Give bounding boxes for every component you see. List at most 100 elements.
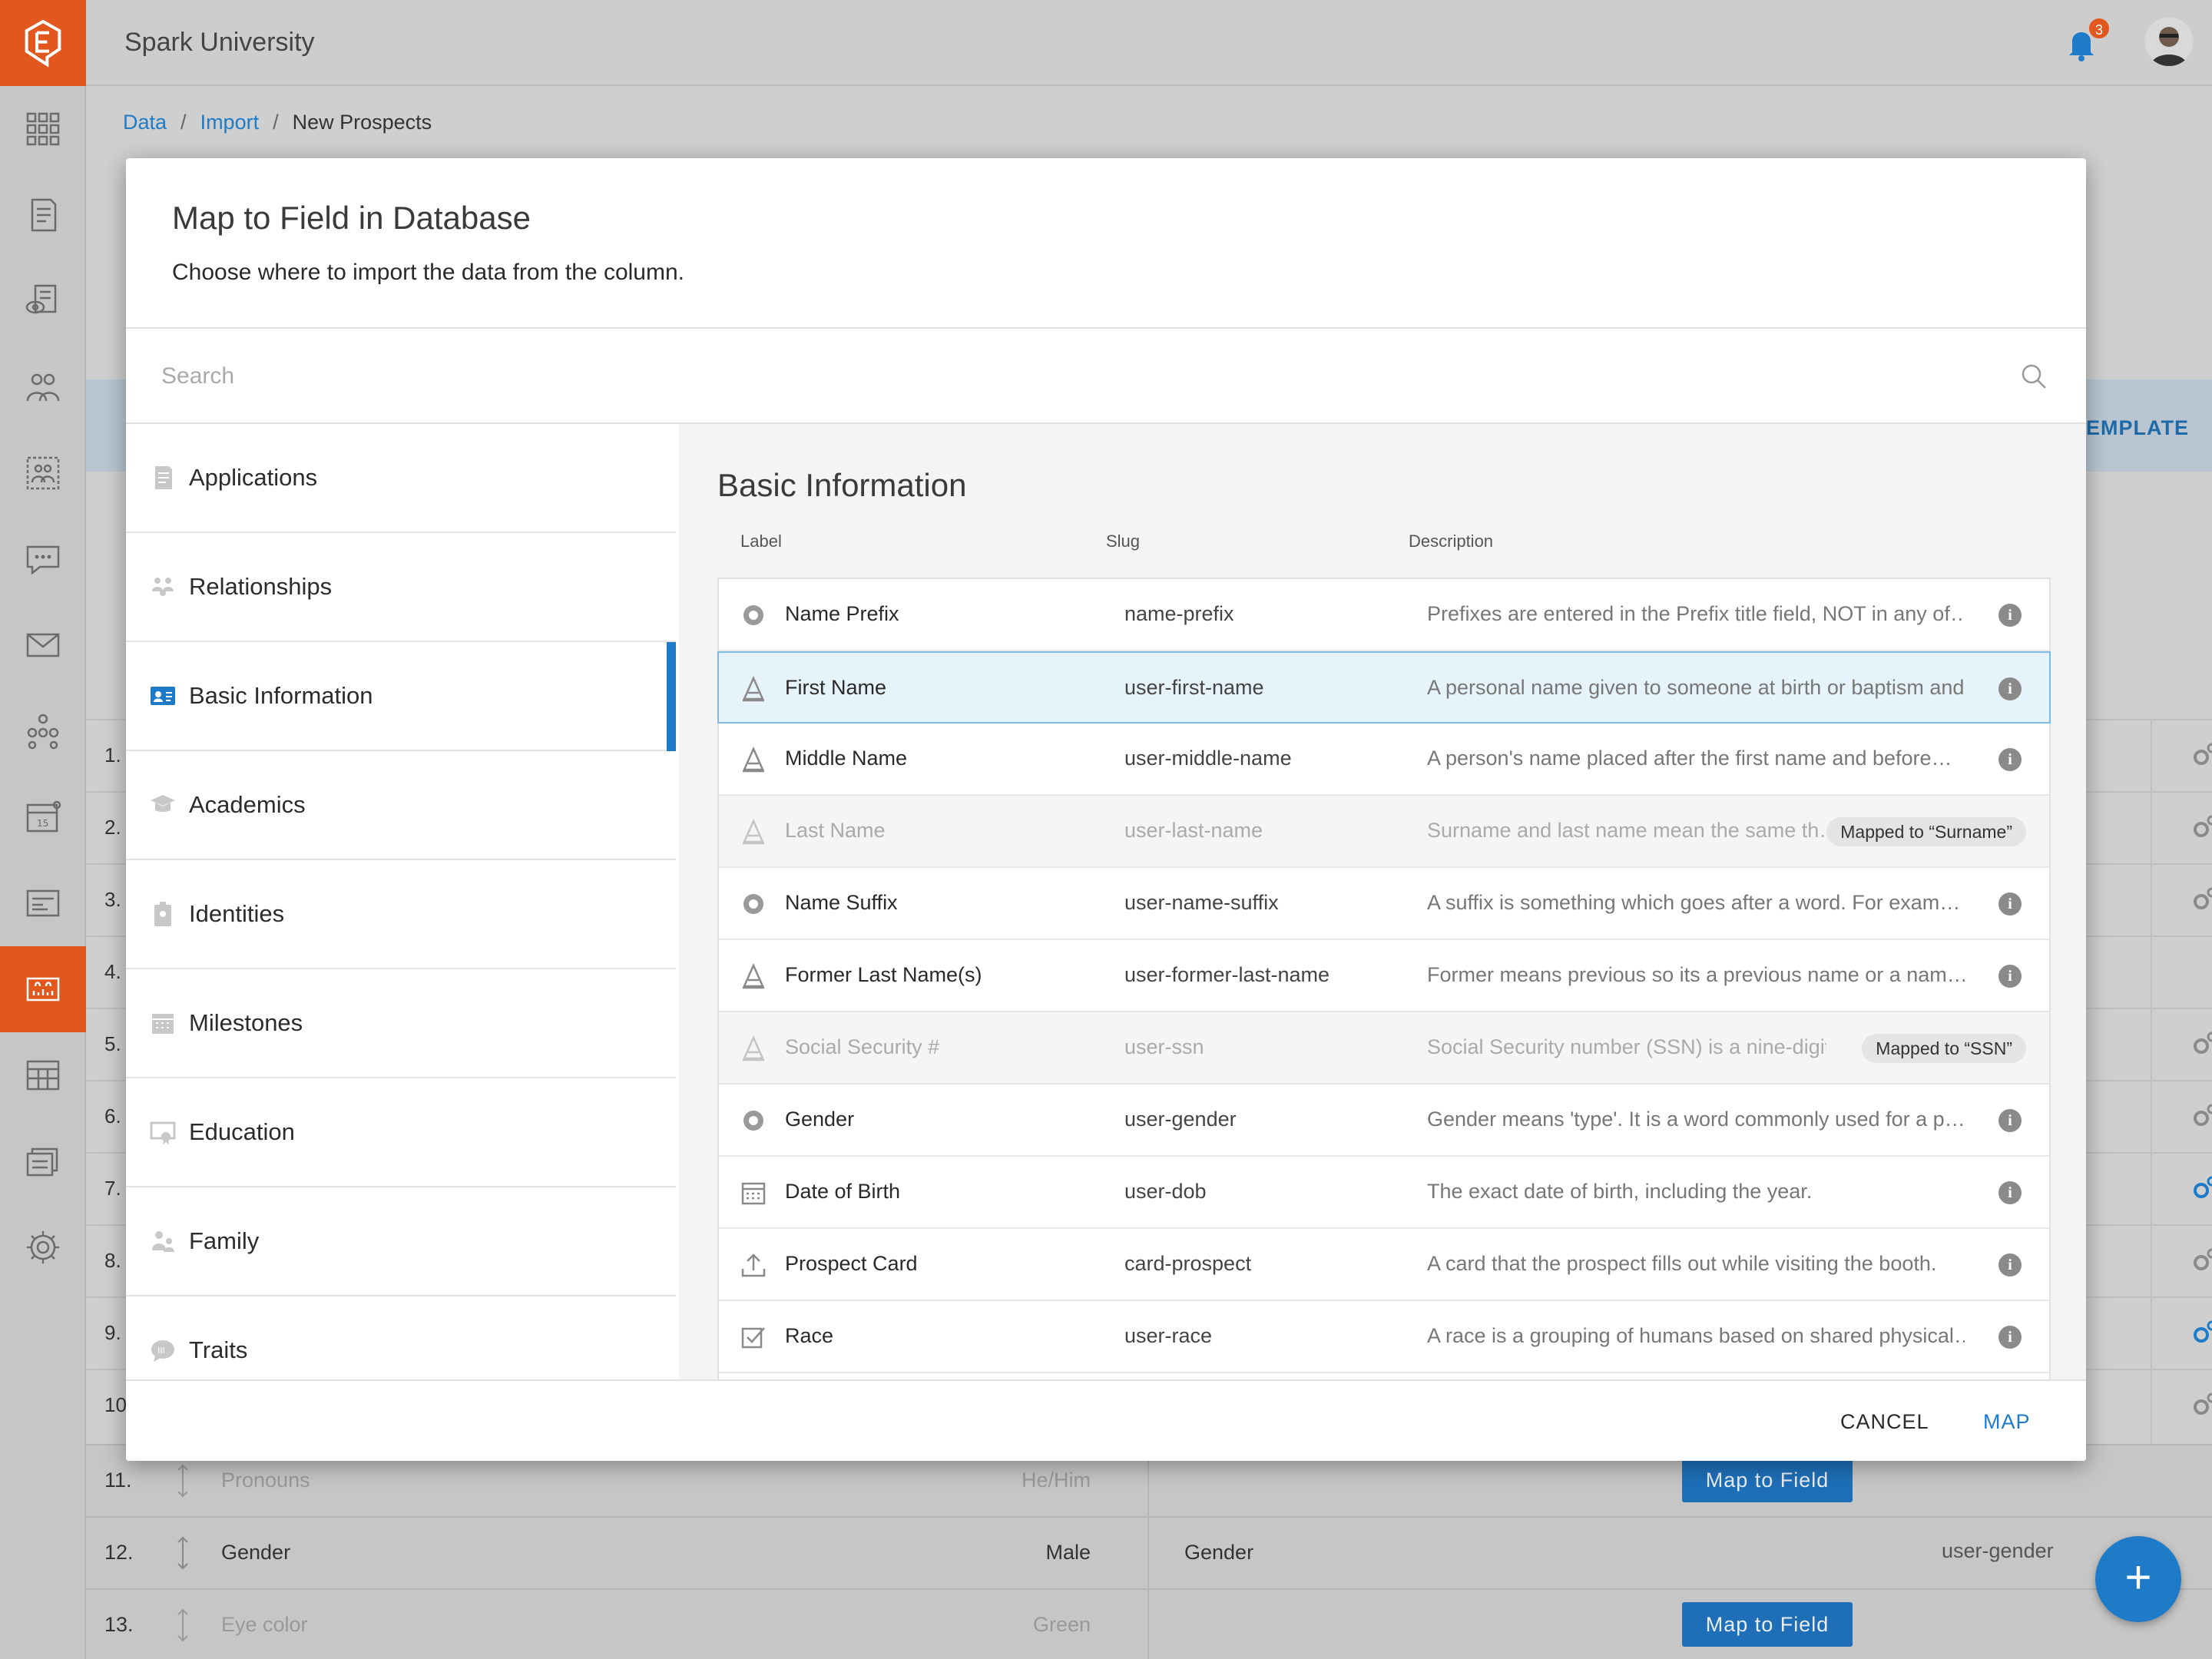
map-button[interactable]: MAP [1983, 1410, 2031, 1434]
background-template-button[interactable]: EMPLATE [2086, 416, 2189, 440]
category-label: Academics [189, 791, 306, 818]
field-row-user-race[interactable]: Race user-race A race is a grouping of hum… [719, 1301, 2049, 1373]
info-icon[interactable]: i [1998, 677, 2022, 700]
field-row-user-dob[interactable]: Date of Birth user-dob The exact date of b… [719, 1157, 2049, 1229]
info-icon[interactable]: i [1998, 604, 2022, 627]
nav-dashboard[interactable] [0, 86, 86, 172]
column-header-description: Description [1409, 531, 1494, 551]
nav-segments[interactable] [0, 430, 86, 516]
nav-messages[interactable] [0, 516, 86, 602]
gear-icon[interactable] [2189, 1101, 2212, 1132]
nav-reports[interactable] [0, 860, 86, 946]
nav-settings[interactable] [0, 1204, 86, 1290]
grid-icon [26, 112, 60, 146]
user-avatar[interactable] [2144, 17, 2194, 66]
field-slug: user-middle-name [1124, 747, 1292, 770]
row-number: 2. [104, 816, 121, 839]
gear-icon[interactable] [2189, 740, 2212, 771]
category-milestones[interactable]: Milestones [126, 969, 676, 1078]
gear-icon[interactable] [2189, 1246, 2212, 1277]
calendar-icon: 15 [26, 800, 61, 833]
nav-people[interactable] [0, 344, 86, 430]
text-icon [743, 819, 764, 845]
gear-icon[interactable] [2189, 1029, 2212, 1060]
field-slug: user-name-suffix [1124, 891, 1279, 914]
section-title: Basic Information [717, 467, 967, 503]
info-icon[interactable]: i [1998, 1181, 2022, 1204]
category-academics[interactable]: Academics [126, 751, 676, 860]
breadcrumb-data[interactable]: Data [123, 111, 167, 134]
radio-icon [743, 605, 763, 625]
info-icon[interactable]: i [1998, 1326, 2022, 1349]
category-identities[interactable]: Identities [126, 860, 676, 969]
field-row-card-prospect[interactable]: Prospect Card card-prospect A card that th… [719, 1229, 2049, 1301]
category-applications[interactable]: Applications [126, 424, 676, 533]
column-divider [1147, 1518, 1149, 1590]
id-card-icon [151, 687, 175, 705]
drag-handle-icon[interactable] [175, 1464, 190, 1498]
field-label: Race [785, 1324, 834, 1347]
category-label: Relationships [189, 573, 333, 600]
field-row-user-first-name[interactable]: First Name user-first-name A personal name… [717, 651, 2051, 724]
org-name[interactable]: Spark University [124, 28, 315, 58]
svg-text:III: III [157, 1346, 165, 1356]
field-label: Name Suffix [785, 891, 898, 914]
breadcrumb-import[interactable]: Import [200, 111, 260, 134]
nav-calendar[interactable]: 15 [0, 774, 86, 860]
gear-icon[interactable] [2189, 885, 2212, 916]
info-icon[interactable]: i [1998, 892, 2022, 916]
info-icon[interactable]: i [1998, 1109, 2022, 1132]
breadcrumb-current: New Prospects [292, 111, 432, 134]
field-row-user-gender[interactable]: Gender user-gender Gender means 'type'. It… [719, 1084, 2049, 1157]
field-slug: user-first-name [1124, 676, 1264, 699]
files-icon [26, 1147, 58, 1177]
category-education[interactable]: Education [126, 1078, 676, 1187]
app-logo[interactable] [0, 0, 86, 86]
field-description: Former means previous so its a previous … [1427, 963, 1965, 986]
mapped-badge: Mapped to “Surname” [1826, 817, 2026, 846]
gear-icon[interactable] [2189, 1174, 2212, 1204]
field-row-name-prefix[interactable]: Name Prefix name-prefix Prefixes are enter… [719, 579, 2049, 651]
nav-workflows[interactable] [0, 688, 86, 774]
gear-icon[interactable] [2189, 1318, 2212, 1349]
field-label: Middle Name [785, 747, 908, 770]
workflow-icon [27, 714, 59, 750]
row-number: 13. [104, 1613, 134, 1636]
column-sample: Male [1045, 1541, 1091, 1564]
field-row-user-name-suffix[interactable]: Name Suffix user-name-suffix A suffix is s… [719, 868, 2049, 940]
field-description: A suffix is something which goes after a… [1427, 891, 1961, 914]
info-icon[interactable]: i [1998, 748, 2022, 771]
category-basic-information[interactable]: Basic Information [126, 642, 676, 751]
info-icon[interactable]: i [1998, 1253, 2022, 1277]
radio-icon [743, 894, 763, 914]
text-icon [743, 963, 764, 989]
nav-import[interactable] [0, 946, 86, 1032]
nav-data[interactable] [0, 1032, 86, 1118]
drag-handle-icon[interactable] [175, 1608, 190, 1642]
nav-reviews[interactable] [0, 258, 86, 344]
review-icon [25, 284, 57, 314]
nav-forms[interactable] [0, 172, 86, 258]
checkbox-icon [741, 1327, 765, 1349]
add-fab-button[interactable]: + [2095, 1536, 2181, 1622]
gear-icon[interactable] [2189, 813, 2212, 843]
drag-handle-icon[interactable] [175, 1536, 190, 1570]
search-icon[interactable] [2020, 363, 2048, 390]
category-family[interactable]: Family [126, 1187, 676, 1296]
nav-files[interactable] [0, 1118, 86, 1204]
map-to-field-button[interactable]: Map to Field [1682, 1602, 1853, 1647]
field-row-user-former-last-name[interactable]: Former Last Name(s) user-former-last-name… [719, 940, 2049, 1012]
search-input[interactable] [161, 355, 1989, 398]
certificate-icon [150, 1121, 176, 1144]
text-icon [743, 676, 764, 702]
nav-email[interactable] [0, 602, 86, 688]
gear-icon[interactable] [2189, 1390, 2212, 1421]
row-number: 4. [104, 960, 121, 983]
field-label: Former Last Name(s) [785, 963, 982, 986]
map-to-field-button[interactable]: Map to Field [1682, 1458, 1853, 1502]
field-row-user-middle-name[interactable]: Middle Name user-middle-name A person's na… [719, 724, 2049, 796]
info-icon[interactable]: i [1998, 965, 2022, 988]
cancel-button[interactable]: CANCEL [1840, 1410, 1929, 1434]
category-relationships[interactable]: Relationships [126, 533, 676, 642]
row-number: 12. [104, 1541, 134, 1564]
